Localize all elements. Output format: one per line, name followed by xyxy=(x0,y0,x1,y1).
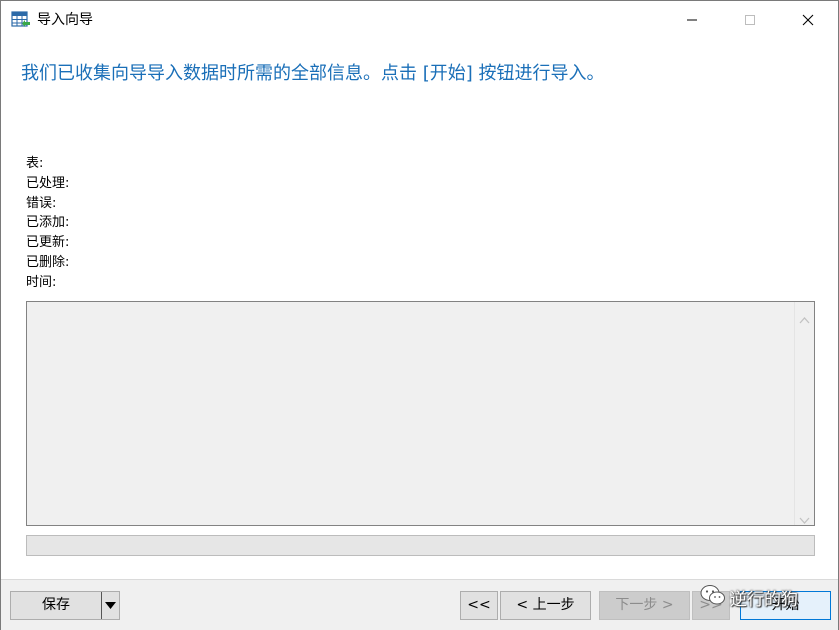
close-button[interactable] xyxy=(779,1,837,39)
maximize-button[interactable] xyxy=(721,1,779,39)
stat-processed-label: 已处理: xyxy=(26,175,70,191)
stat-updated-label: 已更新: xyxy=(26,235,70,251)
minimize-button[interactable] xyxy=(663,1,721,39)
table-import-icon xyxy=(11,10,31,30)
stat-time-label: 时间: xyxy=(26,274,57,290)
title-bar: 导入向导 xyxy=(1,1,838,39)
wizard-instruction: 我们已收集向导导入数据时所需的全部信息。点击 [开始] 按钮进行导入。 xyxy=(21,63,605,84)
save-split-button[interactable]: 保存 xyxy=(10,591,120,620)
import-stats: 表: 已处理: 错误: 已添加: 已更新: 已删除: 时间: xyxy=(26,154,69,293)
first-step-button[interactable]: << xyxy=(460,591,498,620)
import-progress-bar xyxy=(26,535,815,556)
log-vertical-scrollbar[interactable] xyxy=(794,302,814,525)
last-step-button[interactable]: >> xyxy=(692,591,730,620)
import-wizard-window: 导入向导 我们已收集向导导入数据时所需的全部信息。点击 [开始] 按钮进行导入。… xyxy=(0,0,839,630)
wizard-footer: 保存 << < 上一步 下一步 > >> 开始 xyxy=(1,579,838,630)
caret-down-icon xyxy=(105,592,116,619)
scroll-up-icon[interactable] xyxy=(799,309,810,324)
stat-tables-label: 表: xyxy=(26,156,44,171)
stat-deleted-label: 已删除: xyxy=(26,254,70,270)
save-dropdown-arrow[interactable] xyxy=(102,592,119,619)
window-title: 导入向导 xyxy=(37,12,93,28)
next-step-button[interactable]: 下一步 > xyxy=(599,591,690,620)
stat-added-label: 已添加: xyxy=(26,215,70,231)
minimize-icon xyxy=(686,11,698,30)
save-button-label: 保存 xyxy=(42,597,70,613)
stat-errors-label: 错误: xyxy=(26,195,57,211)
start-button[interactable]: 开始 xyxy=(740,591,831,620)
import-log-textarea[interactable] xyxy=(26,301,815,526)
maximize-icon xyxy=(744,11,756,30)
scroll-down-icon[interactable] xyxy=(799,510,810,524)
previous-step-button[interactable]: < 上一步 xyxy=(500,591,591,620)
close-icon xyxy=(802,11,814,30)
